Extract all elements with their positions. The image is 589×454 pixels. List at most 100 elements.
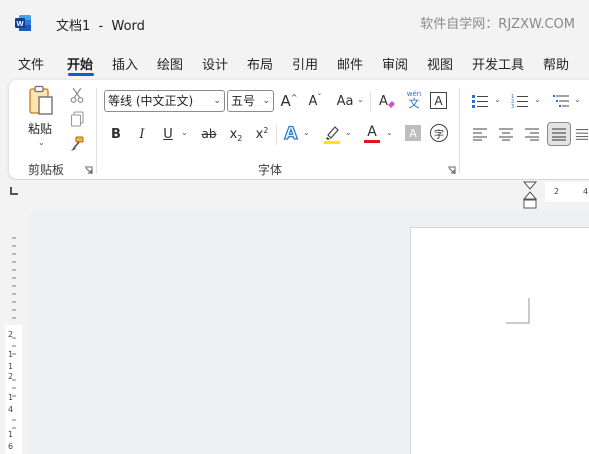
justify-button[interactable] (547, 122, 571, 146)
numbering-button[interactable]: 1 2 3 (510, 91, 530, 111)
align-center-button[interactable] (496, 123, 516, 145)
superscript-mark: 2 (263, 125, 269, 135)
multilevel-list-button[interactable] (551, 91, 571, 111)
ruler-bar (0, 180, 589, 210)
tab-developer[interactable]: 开发工具 (472, 54, 524, 73)
font-size-value: 五号 (231, 94, 256, 108)
tab-mailings[interactable]: 邮件 (337, 54, 363, 73)
change-case-button[interactable]: Aa (334, 90, 356, 112)
change-case-dropdown-arrow[interactable]: ⌄ (357, 95, 364, 104)
group-separator (276, 125, 277, 145)
distributed-button[interactable] (575, 123, 589, 145)
font-color-dropdown-arrow[interactable]: ⌄ (386, 128, 393, 137)
character-border-button[interactable]: A (430, 92, 447, 109)
phonetic-guide-button[interactable]: wén 文 (404, 88, 424, 112)
horizontal-ruler[interactable]: 2 4 (545, 182, 589, 202)
highlighter-icon (324, 126, 340, 144)
font-color-icon: A (367, 124, 377, 140)
strikethrough-button[interactable]: ab (199, 123, 219, 145)
text-highlight-button[interactable] (322, 122, 342, 146)
clipboard-dialog-launcher-icon[interactable] (84, 166, 93, 175)
site-watermark: 软件自学网：RJZXW.COM (420, 17, 575, 32)
character-shading-button[interactable]: A (405, 125, 421, 141)
bullets-dropdown-arrow[interactable]: ⌄ (494, 95, 501, 104)
bullets-button[interactable] (470, 91, 490, 111)
ruler-number: 1 (8, 430, 14, 439)
ribbon-home: 粘贴 ⌄ 剪贴板 等线 (中文正文) ⌄ 五号 ⌄ A ^ A ˇ Aa ⌄ A… (9, 80, 589, 179)
tab-draw[interactable]: 绘图 (157, 54, 183, 73)
paste-button[interactable] (23, 85, 59, 117)
clear-formatting-button[interactable]: A (377, 90, 397, 112)
text-effects-dropdown-arrow[interactable]: ⌄ (303, 128, 310, 137)
tab-selector-icon[interactable] (10, 187, 18, 195)
indent-marker-icon[interactable] (522, 181, 538, 210)
bold-icon: B (111, 126, 121, 142)
underline-icon: U (163, 126, 173, 142)
copy-button[interactable] (67, 110, 87, 128)
tab-review[interactable]: 审阅 (382, 54, 408, 73)
ruler-number: 1 (8, 393, 14, 402)
strikethrough-icon: ab (201, 127, 217, 141)
svg-text:A: A (379, 94, 388, 109)
distributed-icon (575, 129, 589, 140)
tab-insert[interactable]: 插入 (112, 54, 138, 73)
justify-icon (552, 128, 566, 141)
document-page[interactable] (410, 227, 589, 454)
word-app-icon: W (15, 15, 31, 31)
paste-icon (29, 85, 53, 115)
chevron-down-icon: ⌄ (262, 96, 270, 106)
bullets-icon (472, 95, 488, 108)
change-case-icon: Aa (336, 93, 354, 109)
font-color-button[interactable]: A (362, 122, 382, 146)
shrink-font-icon: A (308, 93, 318, 109)
italic-button[interactable]: I (133, 123, 151, 145)
paste-dropdown-arrow[interactable]: ⌄ (38, 138, 45, 147)
text-effects-icon: A (284, 123, 298, 144)
superscript-button[interactable]: x2 (253, 123, 271, 145)
group-separator (370, 92, 371, 112)
document-title: 文档1 - Word (56, 19, 145, 34)
cut-button[interactable] (67, 86, 87, 104)
clipboard-group-label: 剪贴板 (28, 163, 65, 177)
superscript-icon: x (255, 126, 264, 142)
subscript-icon: x (229, 126, 238, 142)
font-group-label: 字体 (258, 163, 283, 177)
ruler-number: 4 (8, 405, 14, 414)
tab-view[interactable]: 视图 (427, 54, 453, 73)
multilevel-dropdown-arrow[interactable]: ⌄ (574, 95, 581, 104)
underline-dropdown-arrow[interactable]: ⌄ (181, 128, 188, 137)
bold-button[interactable]: B (107, 123, 125, 145)
align-right-button[interactable] (522, 123, 542, 145)
underline-button[interactable]: U (159, 123, 177, 145)
title-bar: W 文档1 - Word 软件自学网：RJZXW.COM (0, 0, 589, 44)
italic-icon: I (139, 126, 145, 142)
enclose-characters-button[interactable]: 字 (430, 124, 448, 142)
text-effects-button[interactable]: A (281, 122, 301, 146)
ruler-number: 2 (554, 187, 560, 196)
font-size-select[interactable]: 五号 ⌄ (227, 90, 274, 112)
grow-font-button[interactable]: A ^ (279, 90, 299, 112)
vertical-ruler-ticks (12, 237, 16, 429)
ruler-number: 1 (8, 350, 14, 359)
shrink-font-button[interactable]: Aˇ (305, 90, 325, 112)
subscript-button[interactable]: x2 (227, 123, 245, 145)
tab-design[interactable]: 设计 (202, 54, 228, 73)
numbering-dropdown-arrow[interactable]: ⌄ (534, 95, 541, 104)
tab-references[interactable]: 引用 (292, 54, 318, 73)
font-dialog-launcher-icon[interactable] (447, 166, 456, 175)
tab-file[interactable]: 文件 (18, 54, 44, 73)
tab-help[interactable]: 帮助 (543, 54, 569, 73)
margin-corner-mark (506, 298, 530, 324)
subscript-mark: 2 (237, 133, 243, 143)
highlight-dropdown-arrow[interactable]: ⌄ (345, 128, 352, 137)
enclose-characters-icon: 字 (434, 129, 444, 141)
character-border-icon: A (434, 93, 443, 108)
paste-label[interactable]: 粘贴 (28, 120, 52, 137)
font-name-select[interactable]: 等线 (中文正文) ⌄ (104, 90, 225, 112)
svg-text:W: W (16, 19, 24, 28)
tab-layout[interactable]: 布局 (247, 54, 273, 73)
chevron-down-icon: ⌄ (213, 96, 221, 106)
align-left-button[interactable] (470, 123, 490, 145)
tab-home[interactable]: 开始 (67, 54, 93, 73)
format-painter-button[interactable] (67, 135, 87, 153)
